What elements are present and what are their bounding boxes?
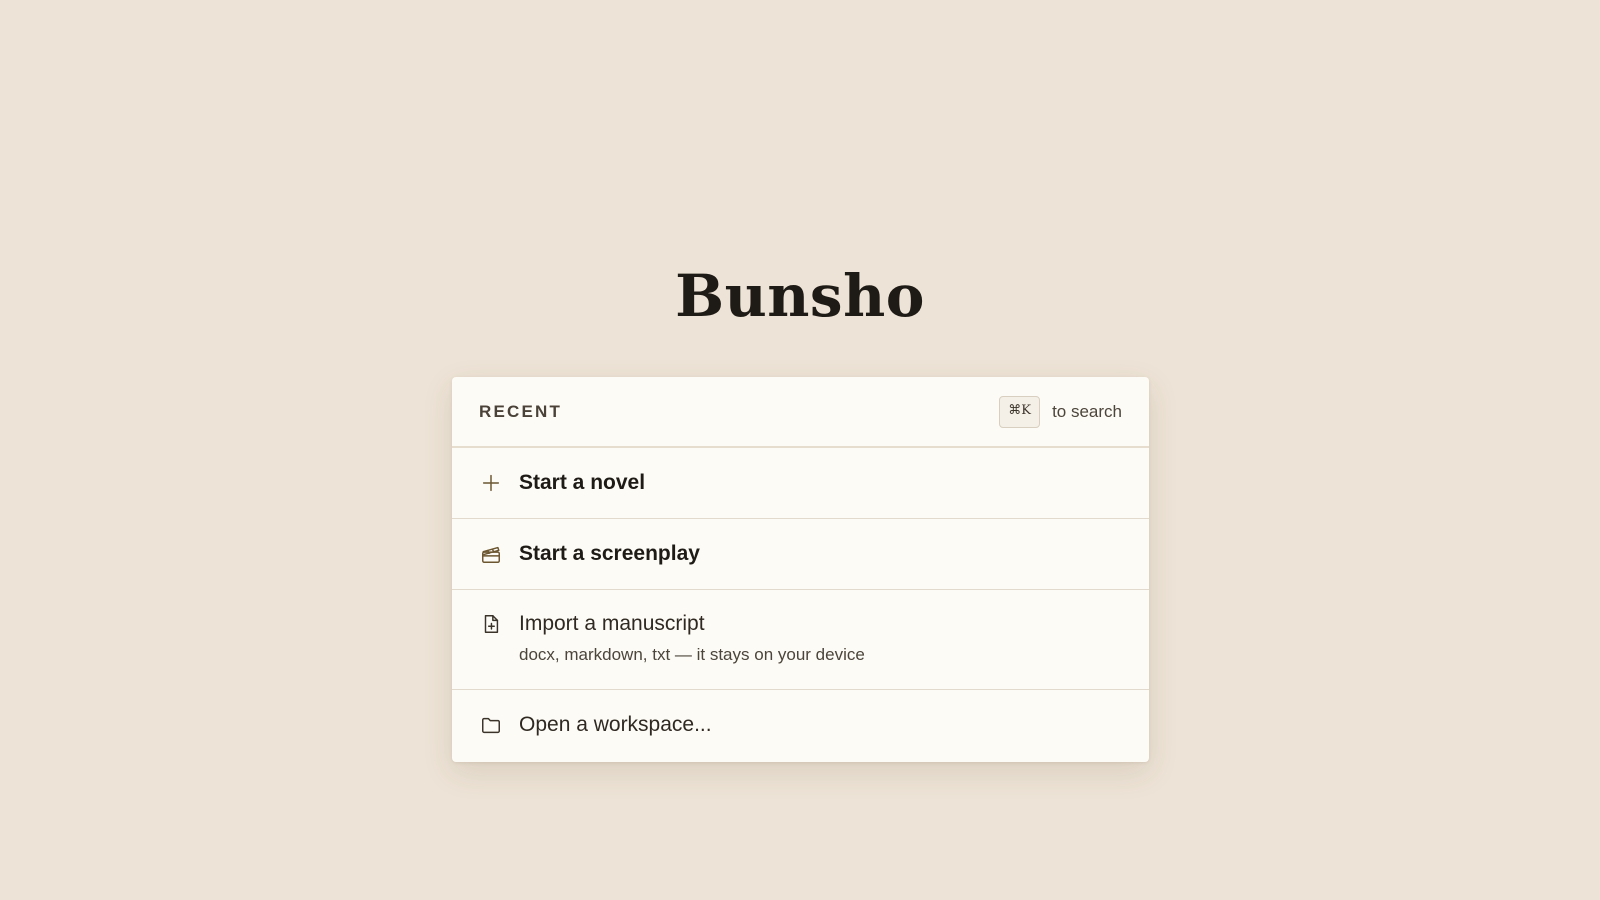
import-manuscript-button[interactable]: Import a manuscript docx, markdown, txt …	[452, 590, 1149, 690]
start-panel: RECENT ⌘K to search Start a novel Start …	[452, 377, 1149, 762]
plus-icon	[479, 471, 503, 495]
clapperboard-icon	[479, 542, 503, 566]
open-workspace-button[interactable]: Open a workspace...	[452, 690, 1149, 760]
search-hint-text: to search	[1052, 401, 1122, 421]
folder-icon	[479, 713, 503, 737]
recent-label: RECENT	[479, 401, 563, 421]
start-screenplay-label: Start a screenplay	[519, 542, 700, 565]
app-title: Bunsho	[675, 262, 925, 330]
import-manuscript-sublabel: docx, markdown, txt — it stays on your d…	[519, 645, 865, 664]
start-novel-button[interactable]: Start a novel	[452, 448, 1149, 519]
start-screenplay-button[interactable]: Start a screenplay	[452, 519, 1149, 590]
start-novel-label: Start a novel	[519, 471, 646, 494]
file-plus-icon	[479, 612, 503, 636]
import-manuscript-label: Import a manuscript	[519, 612, 705, 635]
open-workspace-label: Open a workspace...	[519, 713, 712, 736]
panel-header: RECENT ⌘K to search	[452, 377, 1149, 448]
search-shortcut-key[interactable]: ⌘K	[999, 395, 1041, 428]
search-hint: ⌘K to search	[999, 395, 1122, 428]
